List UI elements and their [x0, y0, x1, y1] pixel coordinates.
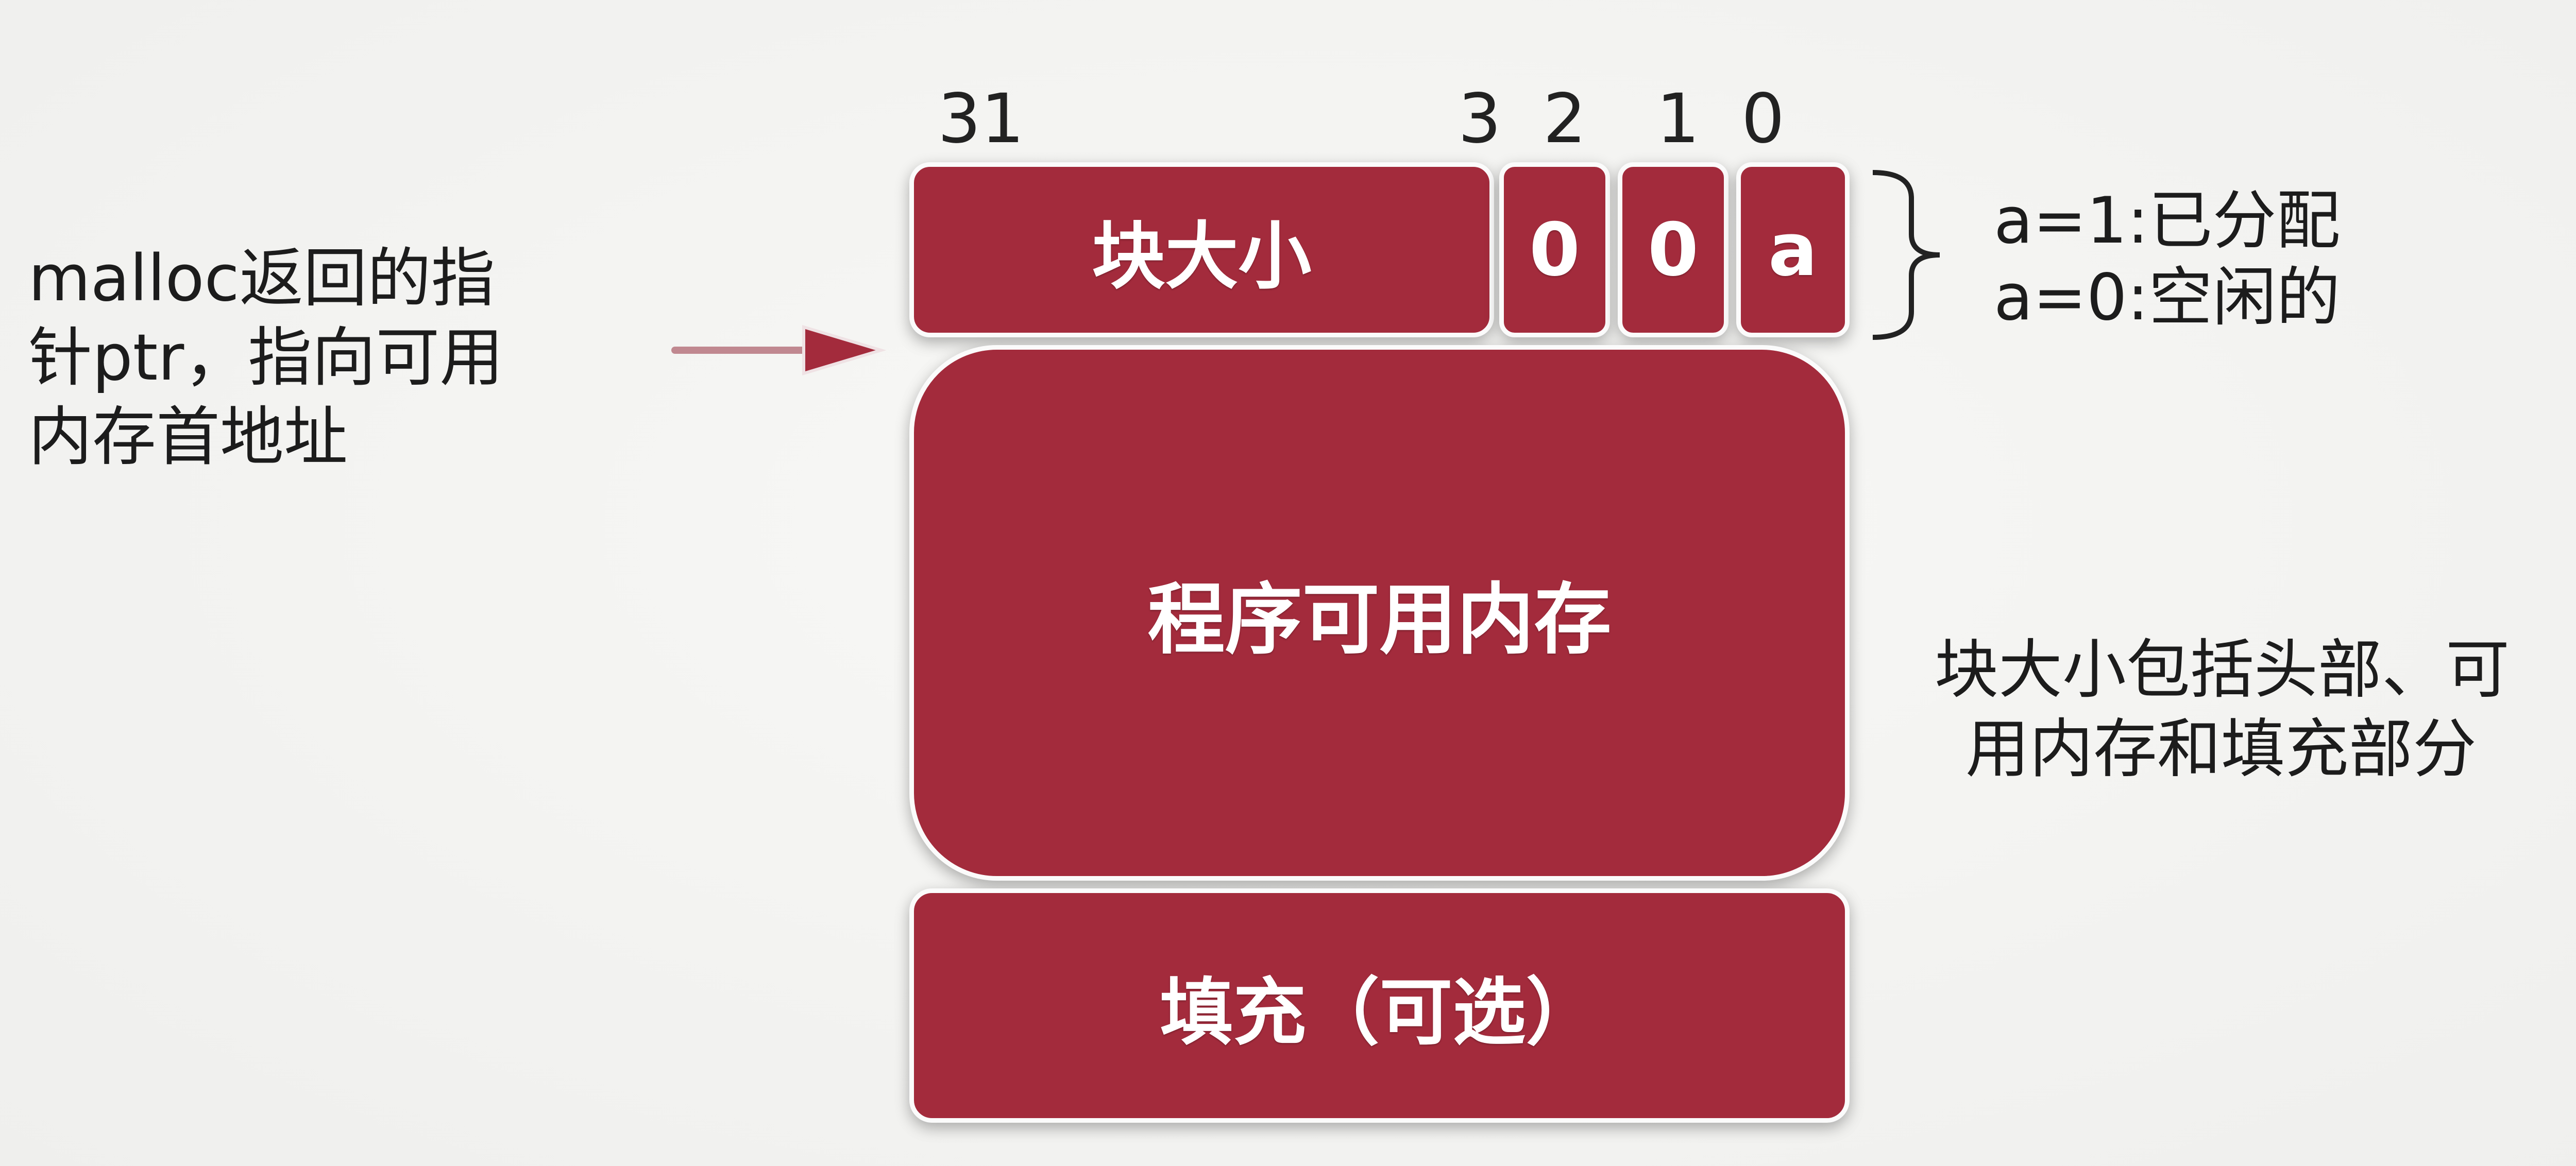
- pointer-arrow: [671, 324, 887, 376]
- pointer-note-line: 内存首地址: [28, 400, 348, 474]
- bit-0-label: 0: [1741, 79, 1785, 159]
- alloc-legend-line: a=1:已分配: [1994, 184, 2341, 258]
- size-note-line: 块大小包括头部、可: [1935, 633, 2510, 707]
- bit-2-label: 2: [1543, 79, 1586, 159]
- payload-label: 程序可用内存: [1147, 575, 1612, 665]
- padding-block: 填充（可选）: [909, 888, 1850, 1123]
- block-size-note: 块大小包括头部、可 用内存和填充部分: [1935, 631, 2510, 790]
- header-bit-2-field: 0: [1499, 162, 1610, 337]
- header-bit-1-value: 0: [1648, 207, 1699, 293]
- bit-1-label: 1: [1656, 79, 1700, 159]
- bit-31-label: 31: [938, 79, 1024, 159]
- padding-label: 填充（可选）: [1160, 970, 1599, 1055]
- header-alloc-bit-field: a: [1736, 162, 1850, 337]
- bit-3-label: 3: [1458, 79, 1501, 159]
- header-size-field: 块大小: [909, 162, 1494, 337]
- header-bit-1-field: 0: [1618, 162, 1728, 337]
- pointer-note-line: malloc返回的指: [28, 242, 495, 316]
- size-note-line: 用内存和填充部分: [1965, 712, 2477, 786]
- alloc-legend-line: a=0:空闲的: [1994, 260, 2341, 335]
- heap-block-diagram: 31 3 2 1 0 块大小 0 0 a 程序可用内存 填充（可选） mallo…: [0, 0, 2576, 1166]
- curly-brace: [1872, 170, 1940, 340]
- pointer-note-line: 针ptr，指向可用: [28, 320, 504, 395]
- alloc-bit-legend: a=1:已分配 a=0:空闲的: [1994, 183, 2341, 336]
- header-alloc-bit-value: a: [1768, 207, 1818, 293]
- header-bit-2-value: 0: [1529, 207, 1580, 293]
- pointer-note: malloc返回的指 针ptr，指向可用 内存首地址: [28, 239, 503, 477]
- header-size-label: 块大小: [1092, 214, 1312, 299]
- payload-block: 程序可用内存: [909, 345, 1850, 881]
